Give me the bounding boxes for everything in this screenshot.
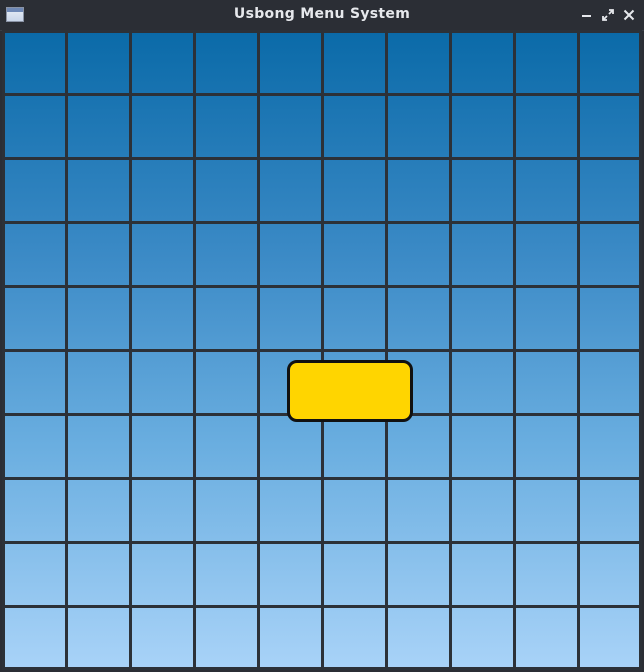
grid-line-horizontal — [2, 93, 642, 96]
grid-line-horizontal — [2, 221, 642, 224]
window-title: Usbong Menu System — [233, 6, 411, 22]
game-canvas[interactable] — [2, 30, 642, 670]
grid-line-horizontal — [2, 541, 642, 544]
grid-line-horizontal — [2, 667, 642, 670]
grid-line-horizontal — [2, 157, 642, 160]
grid-line-horizontal — [2, 349, 642, 352]
grid-line-horizontal — [2, 285, 642, 288]
title-bar[interactable]: Usbong Menu System — [0, 0, 644, 31]
maximize-icon[interactable] — [600, 7, 616, 23]
minimize-icon[interactable] — [579, 7, 595, 23]
menu-button[interactable] — [287, 360, 413, 422]
close-icon[interactable] — [621, 7, 637, 23]
grid-line-horizontal — [2, 477, 642, 480]
grid-line-horizontal — [2, 30, 642, 33]
grid-line-horizontal — [2, 605, 642, 608]
app-window: Usbong Menu System — [0, 0, 644, 672]
